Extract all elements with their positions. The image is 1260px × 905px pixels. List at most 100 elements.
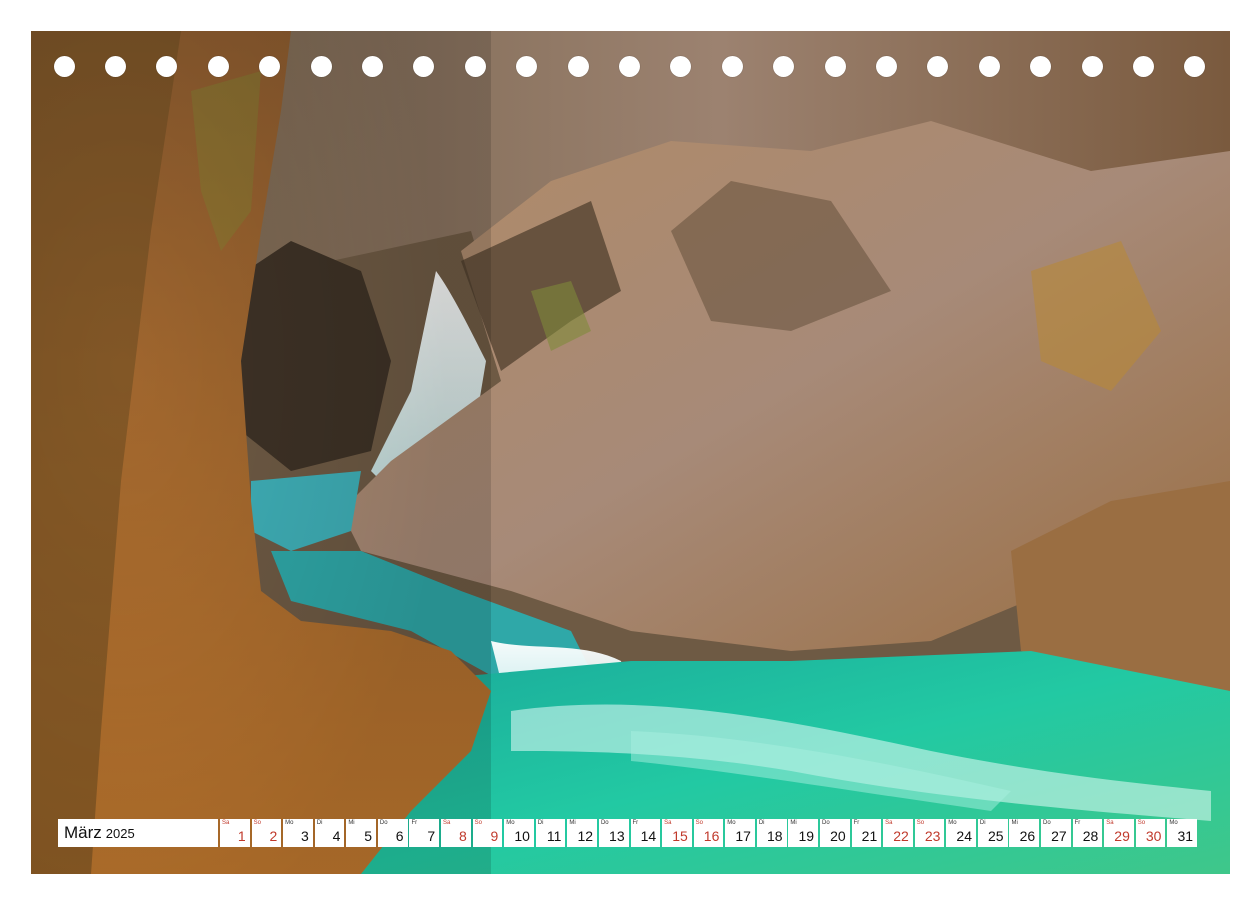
month-label-box: März 2025 — [58, 819, 218, 847]
calendar-day: Fr 21 — [851, 819, 882, 847]
binding-hole — [464, 56, 486, 77]
calendar-day: Mi 5 — [346, 819, 376, 847]
day-number: 2 — [269, 828, 278, 844]
day-number: 3 — [301, 828, 309, 844]
day-number: 14 — [640, 828, 657, 844]
calendar-day: So 23 — [914, 819, 945, 847]
binding-hole — [516, 56, 538, 77]
binding-hole — [259, 56, 281, 77]
day-number: 4 — [332, 828, 341, 844]
binding-hole — [207, 56, 229, 77]
calendar-day: Mi 26 — [1009, 819, 1040, 847]
binding-hole — [1132, 56, 1154, 77]
calendar-day: Mi 19 — [788, 819, 819, 847]
calendar-day: So 9 — [472, 819, 503, 847]
day-number: 30 — [1145, 828, 1162, 844]
day-number: 21 — [861, 828, 878, 844]
day-number: 26 — [1019, 828, 1036, 844]
day-of-week: Di — [979, 820, 986, 826]
day-of-week: So — [474, 820, 482, 826]
calendar-day: Fr 7 — [409, 819, 440, 847]
calendar-day: Sa 22 — [883, 819, 913, 847]
day-of-week: Mo — [506, 820, 515, 826]
calendar-day: Di 18 — [756, 819, 787, 847]
day-of-week: Mi — [790, 820, 797, 826]
binding-hole — [618, 56, 640, 77]
binding-hole — [104, 56, 126, 77]
day-number: 12 — [577, 828, 594, 844]
day-number: 22 — [893, 828, 909, 844]
day-of-week: Mo — [948, 820, 957, 826]
day-number: 6 — [395, 828, 404, 844]
day-of-week: Mo — [285, 820, 294, 826]
day-of-week: Do — [1043, 820, 1051, 826]
day-number: 10 — [514, 828, 530, 844]
day-of-week: Di — [537, 820, 544, 826]
day-of-week: Mo — [1169, 820, 1178, 826]
calendar-day: Do 27 — [1041, 819, 1071, 847]
day-of-week: Do — [379, 820, 388, 826]
day-of-week: Do — [600, 820, 609, 826]
day-number: 8 — [458, 828, 467, 844]
binding-hole — [721, 56, 743, 77]
day-of-week: Sa — [222, 820, 230, 826]
calendar-day: Mi 12 — [567, 819, 598, 847]
day-of-week: Sa — [664, 820, 672, 826]
year-label: 2025 — [105, 825, 135, 841]
photo-illustration — [31, 31, 1230, 874]
binding-hole — [567, 56, 589, 77]
calendar-day: Mo 24 — [946, 819, 976, 847]
day-of-week: Fr — [853, 820, 860, 826]
day-number: 19 — [798, 828, 815, 844]
day-of-week: So — [1137, 820, 1146, 826]
calendar-day: Do 6 — [377, 819, 408, 847]
calendar-day: Fr 28 — [1072, 819, 1103, 847]
day-number: 31 — [1177, 828, 1194, 844]
day-number: 13 — [609, 828, 625, 844]
day-of-week: So — [916, 820, 925, 826]
day-of-week: Di — [758, 820, 765, 826]
binding-hole — [53, 56, 75, 77]
day-of-week: Mi — [1011, 820, 1018, 826]
binding-hole — [1030, 56, 1052, 77]
calendar-photo-waterfall-gorge — [31, 31, 1230, 874]
calendar-day: Di 4 — [314, 819, 345, 847]
day-number: 9 — [490, 828, 499, 844]
day-number: 29 — [1114, 828, 1130, 844]
binding-hole — [773, 56, 795, 77]
calendar-day: Sa 1 — [220, 819, 250, 847]
day-number: 20 — [830, 828, 846, 844]
day-number: 11 — [546, 828, 562, 844]
day-number: 15 — [672, 828, 688, 844]
month-name: März — [64, 823, 102, 842]
calendar-day: Do 20 — [819, 819, 850, 847]
calendar-day: Mo 31 — [1167, 819, 1198, 847]
binding-hole — [361, 56, 383, 77]
day-of-week: So — [253, 820, 261, 826]
day-of-week: Mi — [569, 820, 576, 826]
binding-hole — [875, 56, 897, 77]
binding-hole — [1081, 56, 1103, 77]
day-of-week: Sa — [443, 820, 451, 826]
calendar-strip: März 2025 Sa 1 So 2 Mo 3 Di 4 Mi 5 Do 6 Fr 7 Sa 8 So 9 Mo 1… — [58, 819, 1198, 847]
day-of-week: Fr — [632, 820, 639, 826]
calendar-day: Mo 3 — [283, 819, 313, 847]
day-of-week: Mo — [727, 820, 736, 826]
day-number: 24 — [956, 828, 972, 844]
day-number: 17 — [735, 828, 751, 844]
binding-hole — [824, 56, 846, 77]
calendar-day: Fr 14 — [630, 819, 661, 847]
day-of-week: Do — [821, 820, 830, 826]
day-number: 28 — [1082, 828, 1099, 844]
day-cells: Sa 1 So 2 Mo 3 Di 4 Mi 5 Do 6 Fr 7 Sa 8 So 9 Mo 10 Di 11 Mi 12 D… — [220, 819, 1198, 847]
calendar-day: Mo 10 — [504, 819, 534, 847]
day-of-week: Mi — [348, 820, 355, 826]
calendar-day: Sa 29 — [1104, 819, 1134, 847]
calendar-day: So 16 — [693, 819, 724, 847]
day-number: 27 — [1051, 828, 1067, 844]
day-number: 23 — [924, 828, 941, 844]
day-number: 18 — [766, 828, 783, 844]
day-number: 1 — [237, 828, 246, 844]
binding-hole — [310, 56, 332, 77]
calendar-day: Di 25 — [977, 819, 1008, 847]
